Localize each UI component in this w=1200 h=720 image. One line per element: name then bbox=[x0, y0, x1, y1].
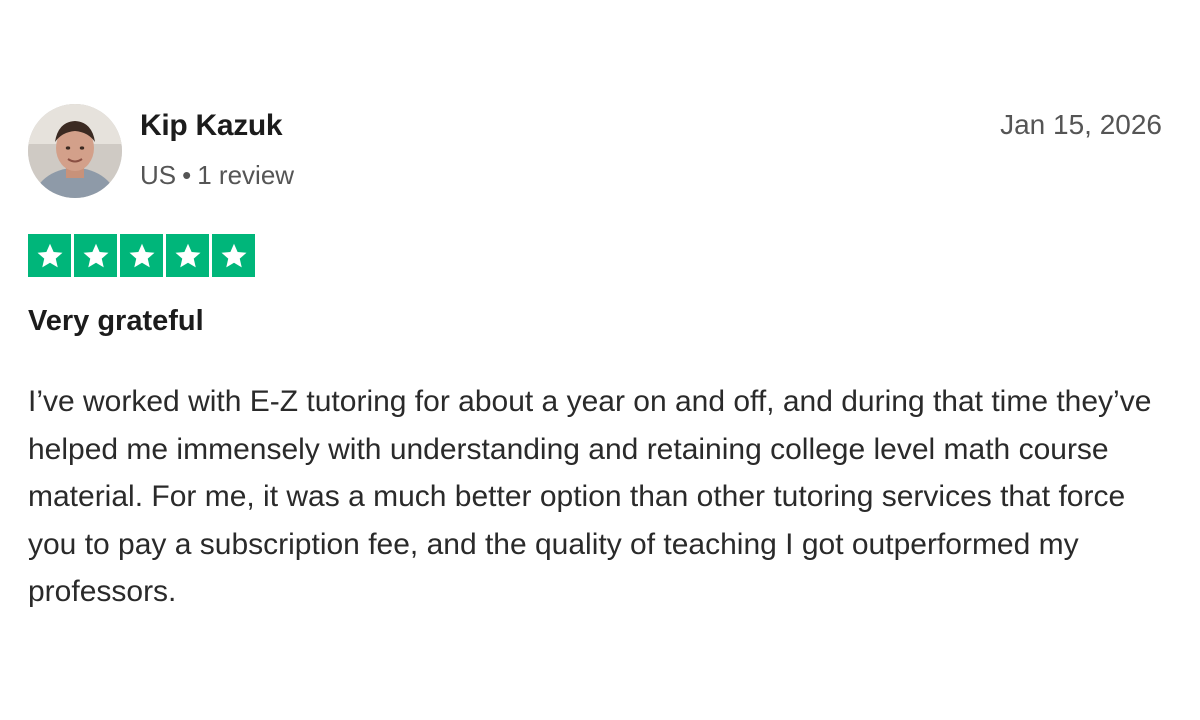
reviewer-name[interactable]: Kip Kazuk bbox=[140, 109, 283, 143]
star-icon bbox=[28, 234, 71, 277]
star-icon bbox=[120, 234, 163, 277]
review-card: Kip Kazuk US • 1 review Jan 15, 2026 Very … bbox=[0, 0, 1200, 720]
reviewer-country: US bbox=[140, 160, 177, 190]
star-icon bbox=[212, 234, 255, 277]
meta-separator: • bbox=[182, 160, 192, 190]
avatar-photo bbox=[28, 104, 122, 198]
star-icon bbox=[74, 234, 117, 277]
review-title: Very grateful bbox=[28, 305, 204, 337]
star-rating bbox=[28, 234, 255, 277]
star-icon bbox=[166, 234, 209, 277]
avatar[interactable] bbox=[28, 104, 122, 198]
reviewer-meta: US • 1 review bbox=[140, 160, 294, 191]
review-date: Jan 15, 2026 bbox=[1000, 109, 1162, 140]
review-count[interactable]: 1 review bbox=[197, 160, 294, 190]
review-body: I’ve worked with E-Z tutoring for about … bbox=[28, 385, 1152, 608]
